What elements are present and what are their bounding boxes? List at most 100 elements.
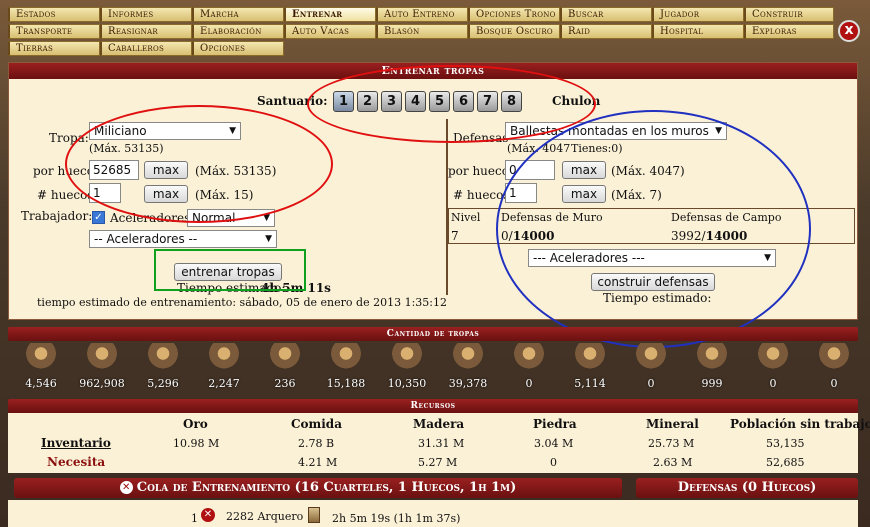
resource-head-gold: Oro bbox=[183, 417, 208, 431]
slots-input[interactable]: 1 bbox=[89, 183, 121, 203]
slots-max: (Máx. 15) bbox=[195, 188, 254, 202]
troop-count: 10,350 bbox=[387, 377, 427, 390]
inventory-link[interactable]: Inventario bbox=[41, 436, 111, 450]
defense-label: Defensas bbox=[453, 131, 509, 145]
queue-row-time: 2h 5m 19s (1h 1m 37s) bbox=[332, 512, 461, 525]
menu-buscar[interactable]: Buscar bbox=[560, 7, 652, 22]
defense-slots-max-button[interactable]: max bbox=[562, 185, 606, 203]
needs-food: 4.21 M bbox=[298, 456, 338, 469]
menu-raid[interactable]: Raid bbox=[560, 24, 652, 39]
menu-estados[interactable]: Estados bbox=[8, 7, 100, 22]
troop-count: 962,908 bbox=[79, 377, 125, 390]
cancel-icon[interactable]: ✕ bbox=[201, 508, 215, 522]
troop-13: 0 bbox=[743, 343, 803, 390]
accelerator-mode-select[interactable]: Normal ▼ bbox=[187, 209, 275, 227]
accelerators-select-value: -- Aceleradores -- bbox=[94, 232, 198, 246]
per-slot-max: (Máx. 53135) bbox=[195, 164, 277, 178]
defense-level: 7 bbox=[451, 229, 459, 243]
defense-select[interactable]: Ballestas montadas en los muros ▼ bbox=[505, 122, 727, 140]
menu-elaboracion[interactable]: Elaboración bbox=[192, 24, 284, 39]
troop-count: 0 bbox=[647, 377, 655, 390]
menu-auto-entreno[interactable]: Auto Entreno bbox=[376, 7, 468, 22]
menu-bosque-oscuro[interactable]: Bosque Oscuro bbox=[468, 24, 560, 39]
sanctuary-button-3[interactable]: 3 bbox=[381, 91, 402, 112]
needs-ore: 2.63 M bbox=[653, 456, 693, 469]
menu-tierras[interactable]: Tierras bbox=[8, 41, 100, 56]
chevron-down-icon: ▼ bbox=[265, 234, 272, 244]
chevron-down-icon: ▼ bbox=[764, 253, 771, 263]
training-queue-title: Cola de Entrenamiento (16 Cuarteles, 1 H… bbox=[136, 480, 517, 495]
build-defenses-button[interactable]: construir defensas bbox=[591, 273, 715, 291]
accelerators-checkbox[interactable]: ✓ bbox=[92, 211, 105, 224]
menu-row-3: Tierras Caballeros Opciones bbox=[8, 40, 834, 57]
troop-select[interactable]: Miliciano ▼ bbox=[89, 122, 241, 140]
troop-portrait-icon bbox=[87, 343, 117, 373]
menu-row-1: Estados Informes Marcha Entrenar Auto En… bbox=[8, 6, 834, 23]
troop-portrait-icon bbox=[758, 343, 788, 373]
menu-reasignar[interactable]: Reasignar bbox=[100, 24, 192, 39]
sanctuary-button-2[interactable]: 2 bbox=[357, 91, 378, 112]
sanctuary-button-6[interactable]: 6 bbox=[453, 91, 474, 112]
resource-head-wood: Madera bbox=[413, 417, 465, 431]
sanctuary-button-4[interactable]: 4 bbox=[405, 91, 426, 112]
troop-count: 39,378 bbox=[448, 377, 488, 390]
close-icon[interactable]: ✕ bbox=[119, 481, 133, 494]
troop-count: 5,114 bbox=[574, 377, 606, 390]
troop-count: 0 bbox=[525, 377, 533, 390]
green-annotation-box bbox=[154, 249, 306, 291]
inventory-ore: 25.73 M bbox=[648, 437, 695, 450]
wall-defense-current: 0/ bbox=[501, 229, 513, 243]
menu-construir[interactable]: Construir bbox=[744, 7, 834, 22]
sanctuary-button-5[interactable]: 5 bbox=[429, 91, 450, 112]
defense-table-head-field: Defensas de Campo bbox=[671, 211, 782, 224]
per-slot-max-button[interactable]: max bbox=[144, 161, 188, 179]
menu-marcha[interactable]: Marcha bbox=[192, 7, 284, 22]
troop-portrait-icon bbox=[392, 343, 422, 373]
needs-label: Necesita bbox=[47, 455, 106, 469]
menu-transporte[interactable]: Transporte bbox=[8, 24, 100, 39]
chevron-down-icon: ▼ bbox=[229, 126, 236, 136]
sanctuary-button-1[interactable]: 1 bbox=[333, 91, 354, 112]
slots-max-button[interactable]: max bbox=[144, 185, 188, 203]
needs-wood: 5.27 M bbox=[418, 456, 458, 469]
accelerators-select[interactable]: -- Aceleradores -- ▼ bbox=[89, 230, 277, 248]
needs-idle-pop: 52,685 bbox=[766, 456, 805, 469]
defense-per-slot-input[interactable]: 0 bbox=[505, 160, 555, 180]
menu-hospital[interactable]: Hospital bbox=[652, 24, 744, 39]
defense-slots-max: (Máx. 7) bbox=[611, 188, 662, 202]
estimated-end-time: tiempo estimado de entrenamiento: sábado… bbox=[37, 296, 447, 309]
resource-head-food: Comida bbox=[291, 417, 342, 431]
resource-head-ore: Mineral bbox=[646, 417, 699, 431]
defense-queue-bar: Defensas (0 Huecos) bbox=[636, 478, 858, 498]
sanctuary-button-7[interactable]: 7 bbox=[477, 91, 498, 112]
inventory-food: 2.78 B bbox=[298, 437, 335, 450]
menu-caballeros[interactable]: Caballeros bbox=[100, 41, 192, 56]
menu-blason[interactable]: Blasón bbox=[376, 24, 468, 39]
accelerator-mode-value: Normal bbox=[192, 211, 236, 225]
menu-exploras[interactable]: Exploras bbox=[744, 24, 834, 39]
needs-stone: 0 bbox=[550, 456, 557, 469]
defense-accelerators-select[interactable]: --- Aceleradores --- ▼ bbox=[528, 249, 776, 267]
troop-count: 4,546 bbox=[25, 377, 57, 390]
menu-entrenar[interactable]: Entrenar bbox=[284, 7, 376, 22]
queue-row-index: 1 bbox=[191, 512, 198, 525]
menu-jugador[interactable]: Jugador bbox=[652, 7, 744, 22]
close-button[interactable]: x bbox=[838, 20, 860, 42]
accelerators-label: Aceleradores: bbox=[110, 211, 195, 225]
city-name: Chulon bbox=[552, 94, 601, 108]
menu-opciones-trono[interactable]: Opciones Trono bbox=[468, 7, 560, 22]
per-slot-input[interactable]: 52685 bbox=[89, 160, 139, 180]
troop-count: 0 bbox=[769, 377, 777, 390]
inventory-wood: 31.31 M bbox=[418, 437, 465, 450]
defense-slots-input[interactable]: 1 bbox=[505, 183, 537, 203]
slots-label: # huecos bbox=[37, 188, 94, 202]
sanctuary-button-8[interactable]: 8 bbox=[501, 91, 522, 112]
menu-opciones[interactable]: Opciones bbox=[192, 41, 284, 56]
chevron-down-icon: ▼ bbox=[715, 126, 722, 136]
menu-row-2: Transporte Reasignar Elaboración Auto Va… bbox=[8, 23, 834, 40]
menu-auto-vacas[interactable]: Auto Vacas bbox=[284, 24, 376, 39]
defense-per-slot-max-button[interactable]: max bbox=[562, 161, 606, 179]
troop-4: 2,247 bbox=[194, 343, 254, 390]
menu-informes[interactable]: Informes bbox=[100, 7, 192, 22]
troop-portrait-icon bbox=[148, 343, 178, 373]
